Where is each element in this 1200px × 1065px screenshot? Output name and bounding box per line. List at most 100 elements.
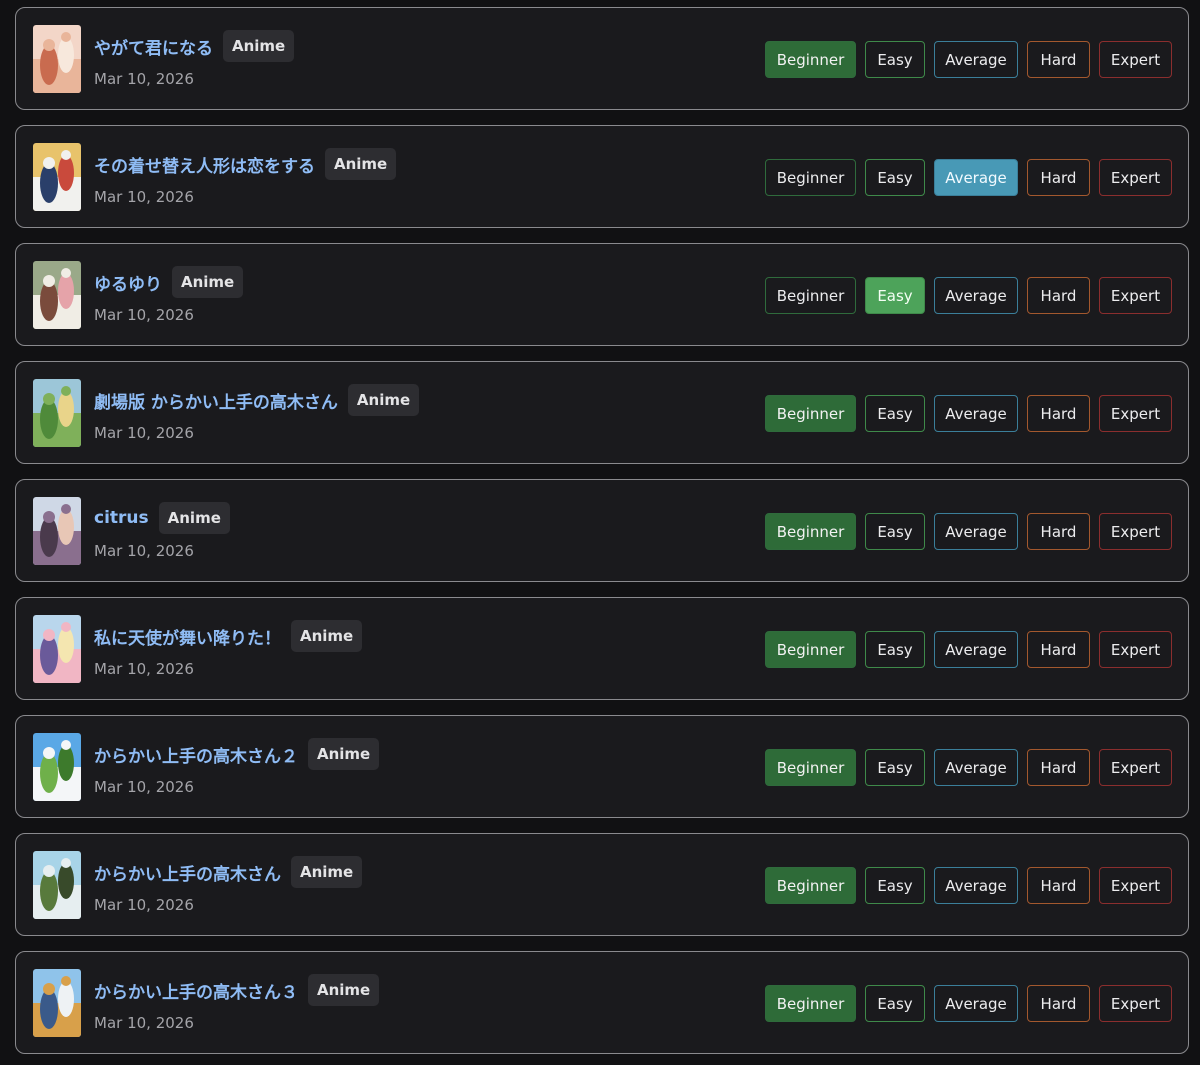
- level-easy-button[interactable]: Easy: [865, 749, 925, 786]
- title-row: やがて君になる Anime: [94, 30, 295, 62]
- media-type-badge: Anime: [223, 30, 295, 62]
- level-easy-button[interactable]: Easy: [865, 867, 925, 904]
- media-card: からかい上手の高木さん Anime Mar 10, 2026 Beginner …: [15, 833, 1189, 936]
- level-average-button[interactable]: Average: [934, 867, 1018, 904]
- media-list: やがて君になる Anime Mar 10, 2026 Beginner Easy…: [0, 0, 1200, 1065]
- level-hard-button[interactable]: Hard: [1027, 985, 1090, 1022]
- level-beginner-button[interactable]: Beginner: [765, 277, 856, 314]
- media-type-badge: Anime: [347, 384, 420, 416]
- cover-thumbnail[interactable]: [33, 615, 81, 683]
- level-average-button[interactable]: Average: [934, 277, 1018, 314]
- media-card: 私に天使が舞い降りた！ Anime Mar 10, 2026 Beginner …: [15, 597, 1189, 700]
- level-expert-button[interactable]: Expert: [1099, 277, 1172, 314]
- cover-thumbnail[interactable]: [33, 969, 81, 1037]
- media-type-badge: Anime: [158, 502, 230, 534]
- level-hard-button[interactable]: Hard: [1027, 41, 1090, 78]
- title-row: 劇場版 からかい上手の高木さん Anime: [94, 384, 420, 416]
- level-average-button[interactable]: Average: [934, 513, 1018, 550]
- level-easy-button[interactable]: Easy: [865, 41, 925, 78]
- level-easy-button[interactable]: Easy: [865, 985, 925, 1022]
- media-type-badge: Anime: [172, 266, 244, 298]
- level-beginner-button[interactable]: Beginner: [765, 867, 856, 904]
- level-beginner-button[interactable]: Beginner: [765, 41, 856, 78]
- cover-art-icon: [33, 733, 81, 801]
- level-easy-button[interactable]: Easy: [865, 513, 925, 550]
- media-date: Mar 10, 2026: [94, 306, 194, 324]
- difficulty-selector: Beginner Easy Average Hard Expert: [765, 867, 1172, 904]
- difficulty-selector: Beginner Easy Average Hard Expert: [765, 41, 1172, 78]
- media-title[interactable]: からかい上手の高木さん２: [94, 742, 298, 767]
- level-easy-button[interactable]: Easy: [865, 395, 925, 432]
- level-average-button[interactable]: Average: [934, 159, 1018, 196]
- level-beginner-button[interactable]: Beginner: [765, 749, 856, 786]
- level-beginner-button[interactable]: Beginner: [765, 513, 856, 550]
- media-type-badge: Anime: [325, 148, 397, 180]
- media-title[interactable]: その着せ替え人形は恋をする: [94, 152, 315, 177]
- title-row: からかい上手の高木さん２ Anime: [94, 738, 380, 770]
- media-title[interactable]: からかい上手の高木さん: [94, 860, 281, 885]
- cover-thumbnail[interactable]: [33, 261, 81, 329]
- media-type-badge: Anime: [308, 974, 380, 1006]
- title-row: からかい上手の高木さん Anime: [94, 856, 363, 888]
- level-expert-button[interactable]: Expert: [1099, 41, 1172, 78]
- level-beginner-button[interactable]: Beginner: [765, 985, 856, 1022]
- cover-thumbnail[interactable]: [33, 143, 81, 211]
- difficulty-selector: Beginner Easy Average Hard Expert: [765, 277, 1172, 314]
- level-expert-button[interactable]: Expert: [1099, 749, 1172, 786]
- level-hard-button[interactable]: Hard: [1027, 395, 1090, 432]
- media-title[interactable]: やがて君になる: [94, 34, 213, 59]
- media-title[interactable]: 私に天使が舞い降りた！: [94, 624, 281, 649]
- level-hard-button[interactable]: Hard: [1027, 867, 1090, 904]
- media-card: 劇場版 からかい上手の高木さん Anime Mar 10, 2026 Begin…: [15, 361, 1189, 464]
- title-row: その着せ替え人形は恋をする Anime: [94, 148, 397, 180]
- level-hard-button[interactable]: Hard: [1027, 277, 1090, 314]
- cover-art-icon: [33, 143, 81, 211]
- media-date: Mar 10, 2026: [94, 188, 194, 206]
- level-expert-button[interactable]: Expert: [1099, 513, 1172, 550]
- cover-art-icon: [33, 379, 81, 447]
- cover-thumbnail[interactable]: [33, 851, 81, 919]
- level-expert-button[interactable]: Expert: [1099, 159, 1172, 196]
- cover-art-icon: [33, 851, 81, 919]
- level-average-button[interactable]: Average: [934, 41, 1018, 78]
- level-expert-button[interactable]: Expert: [1099, 867, 1172, 904]
- difficulty-selector: Beginner Easy Average Hard Expert: [765, 985, 1172, 1022]
- level-beginner-button[interactable]: Beginner: [765, 631, 856, 668]
- cover-art-icon: [33, 261, 81, 329]
- level-expert-button[interactable]: Expert: [1099, 395, 1172, 432]
- media-date: Mar 10, 2026: [94, 1014, 194, 1032]
- level-average-button[interactable]: Average: [934, 631, 1018, 668]
- media-card: からかい上手の高木さん３ Anime Mar 10, 2026 Beginner…: [15, 951, 1189, 1054]
- level-expert-button[interactable]: Expert: [1099, 631, 1172, 668]
- cover-thumbnail[interactable]: [33, 379, 81, 447]
- level-easy-button[interactable]: Easy: [865, 159, 925, 196]
- cover-thumbnail[interactable]: [33, 497, 81, 565]
- difficulty-selector: Beginner Easy Average Hard Expert: [765, 395, 1172, 432]
- level-easy-button[interactable]: Easy: [865, 277, 925, 314]
- media-title[interactable]: 劇場版 からかい上手の高木さん: [94, 388, 338, 413]
- media-title[interactable]: ゆるゆり: [94, 270, 162, 295]
- cover-thumbnail[interactable]: [33, 25, 81, 93]
- media-title[interactable]: citrus: [94, 508, 149, 528]
- media-type-badge: Anime: [291, 620, 363, 652]
- cover-art-icon: [33, 25, 81, 93]
- cover-thumbnail[interactable]: [33, 733, 81, 801]
- media-card: その着せ替え人形は恋をする Anime Mar 10, 2026 Beginne…: [15, 125, 1189, 228]
- media-title[interactable]: からかい上手の高木さん３: [94, 978, 298, 1003]
- level-expert-button[interactable]: Expert: [1099, 985, 1172, 1022]
- cover-art-icon: [33, 615, 81, 683]
- level-average-button[interactable]: Average: [934, 749, 1018, 786]
- media-date: Mar 10, 2026: [94, 660, 194, 678]
- media-date: Mar 10, 2026: [94, 542, 194, 560]
- level-average-button[interactable]: Average: [934, 395, 1018, 432]
- difficulty-selector: Beginner Easy Average Hard Expert: [765, 159, 1172, 196]
- level-hard-button[interactable]: Hard: [1027, 159, 1090, 196]
- level-beginner-button[interactable]: Beginner: [765, 159, 856, 196]
- level-average-button[interactable]: Average: [934, 985, 1018, 1022]
- level-hard-button[interactable]: Hard: [1027, 631, 1090, 668]
- level-easy-button[interactable]: Easy: [865, 631, 925, 668]
- media-card: からかい上手の高木さん２ Anime Mar 10, 2026 Beginner…: [15, 715, 1189, 818]
- level-beginner-button[interactable]: Beginner: [765, 395, 856, 432]
- level-hard-button[interactable]: Hard: [1027, 513, 1090, 550]
- level-hard-button[interactable]: Hard: [1027, 749, 1090, 786]
